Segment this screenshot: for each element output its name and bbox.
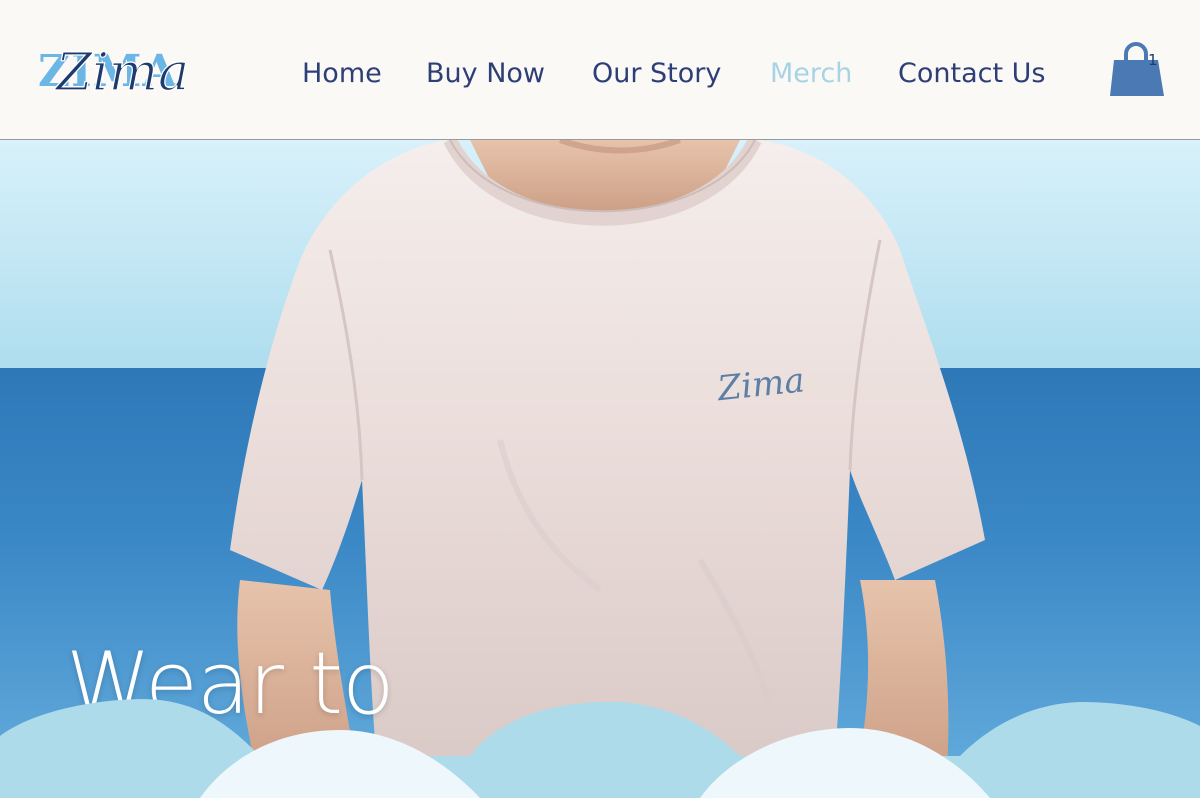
nav-merch[interactable]: Merch [770, 56, 852, 92]
zima-logo[interactable]: ZIMA Zima [36, 28, 206, 112]
cart-button[interactable]: 1 [1108, 40, 1166, 100]
wave-back [0, 699, 1200, 798]
shopping-bag-icon [1110, 42, 1164, 96]
nav-buy-now[interactable]: Buy Now [426, 56, 545, 92]
nav-our-story[interactable]: Our Story [592, 56, 721, 92]
wave-divider [0, 699, 1200, 798]
logo-script-text: Zima [54, 43, 189, 103]
nav-home[interactable]: Home [302, 56, 382, 92]
site-header: ZIMA Zima Home Buy Now Our Story Merch C… [0, 0, 1200, 140]
cart-count: 1 [1148, 51, 1158, 69]
nav-contact-us[interactable]: Contact Us [898, 56, 1045, 92]
